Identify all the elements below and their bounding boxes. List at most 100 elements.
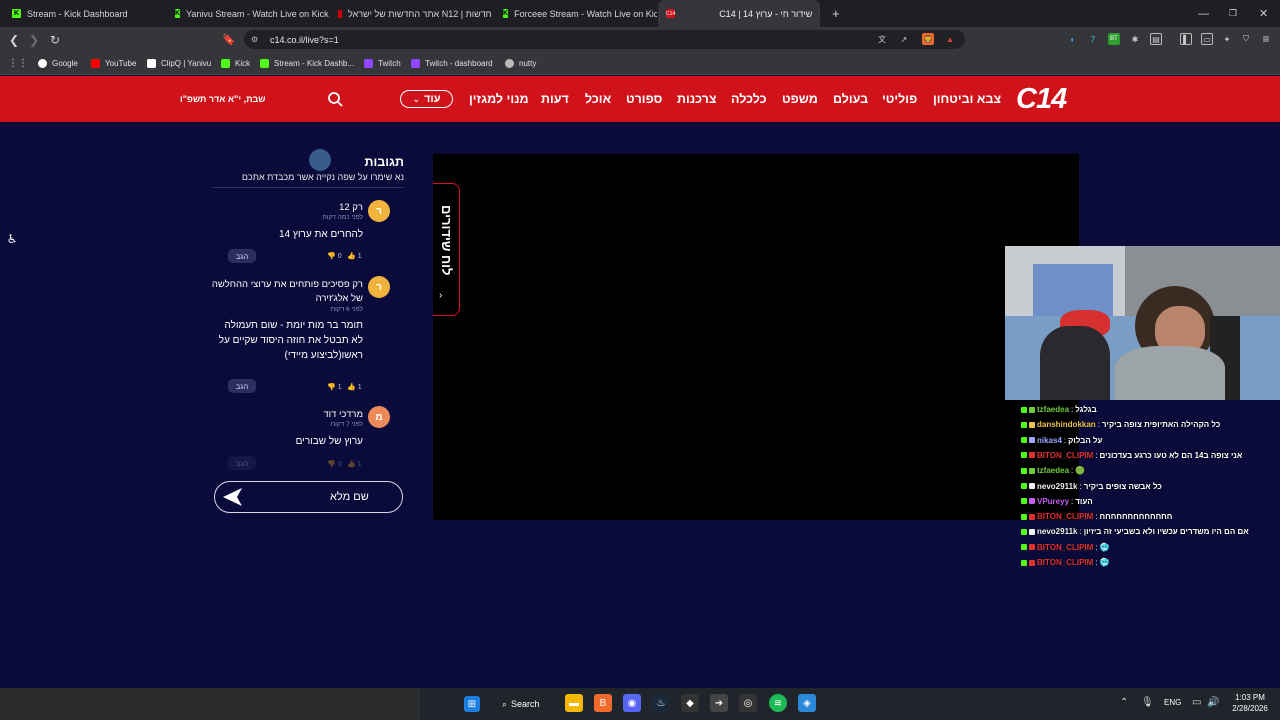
app-icon[interactable]: ◆ (681, 694, 699, 712)
user-badge-icon (1029, 421, 1035, 428)
like-button[interactable]: 👍 1 (347, 460, 362, 469)
restore-button[interactable]: ❐ (1229, 0, 1237, 27)
search-icon[interactable] (327, 91, 343, 107)
extension-icon[interactable]: ▤ (1150, 33, 1162, 45)
more-menu-button[interactable]: ⌄ עוד (400, 90, 453, 108)
app-icon[interactable]: ➜ (710, 694, 728, 712)
nav-item[interactable]: צרכנות (677, 76, 717, 122)
system-clock[interactable]: 1:03 PM 2/28/2026 (1226, 692, 1274, 714)
c14-logo[interactable]: C14 (1016, 82, 1074, 116)
site-info-icon[interactable]: ⚙ (251, 35, 261, 44)
kick-badge-icon (1021, 421, 1027, 428)
apps-icon[interactable]: ⋮⋮ (8, 52, 28, 75)
chevron-right-icon[interactable]: › (439, 290, 442, 301)
video-player[interactable] (433, 154, 1079, 520)
leo-ai-icon[interactable]: ✦ (1221, 33, 1233, 45)
app-icon[interactable]: ◈ (798, 694, 816, 712)
chat-username[interactable]: BITON_CLIPIM (1037, 543, 1093, 552)
dislike-button[interactable]: 👎 0 (327, 460, 342, 469)
brave-rewards-icon[interactable]: ▲ (944, 33, 956, 45)
chat-username[interactable]: tzfaedea (1037, 466, 1069, 475)
like-button[interactable]: 👍 1 (347, 383, 362, 392)
new-tab-button[interactable]: + (824, 0, 844, 27)
language-indicator[interactable]: ENG (1164, 698, 1181, 707)
nav-item[interactable]: פוליטי (882, 76, 917, 122)
forward-button[interactable]: ❯ (26, 27, 42, 52)
browser-tab[interactable]: חדשות | N12 אתר החדשות של ישראל (330, 0, 492, 27)
nav-item[interactable]: מנוי למגזין (469, 76, 529, 122)
brave-icon[interactable]: B (594, 694, 612, 712)
chat-username[interactable]: nevo2911k (1037, 527, 1077, 536)
minimize-button[interactable]: — (1198, 0, 1209, 27)
nav-item[interactable]: כלכלה (731, 76, 767, 122)
browser-tab[interactable]: K Forceee Stream - Watch Live on Kick (495, 0, 657, 27)
bookmark-kick-dashboard[interactable]: Stream - Kick Dashb... (260, 52, 354, 75)
extensions-puzzle-icon[interactable]: ✱ (1129, 33, 1141, 45)
chat-username[interactable]: danshindokkan (1037, 420, 1096, 429)
bookmark-twitch-dashboard[interactable]: Twitch - dashboard (411, 52, 493, 75)
chat-username[interactable]: nevo2911k (1037, 482, 1077, 491)
close-tab-icon[interactable]: ✕ (818, 8, 820, 19)
bookmark-icon[interactable]: 🔖 (222, 27, 236, 52)
brave-shield-icon[interactable]: 🦁 (922, 33, 934, 45)
chat-username[interactable]: BITON_CLIPIM (1037, 451, 1093, 460)
taskbar-search[interactable]: ⌕ Search (502, 694, 556, 714)
translate-icon[interactable]: 文 (876, 33, 888, 45)
reply-button[interactable]: הגב (228, 249, 256, 263)
dislike-button[interactable]: 👎 1 (327, 383, 342, 392)
nav-item[interactable]: ספורט (626, 76, 662, 122)
browser-tab[interactable]: K Yanivu Stream - Watch Live on Kick (167, 0, 329, 27)
chat-username[interactable]: tzfaedea (1037, 405, 1069, 414)
microphone-icon[interactable]: 🎙 (1141, 697, 1154, 708)
dislike-button[interactable]: 👎 0 (327, 252, 342, 261)
bookmark-kick[interactable]: Kick (221, 52, 250, 75)
extension-icon[interactable]: ◖ (1066, 33, 1078, 45)
c14-icon: C14 (666, 9, 676, 18)
reload-button[interactable]: ↻ (46, 27, 64, 52)
bookmark-nutty[interactable]: nutty (505, 52, 536, 75)
like-button[interactable]: 👍 1 (347, 252, 362, 261)
chat-message: BITON_CLIPIM : חחחחחחחחחחחחח (1021, 509, 1172, 524)
start-icon[interactable]: ⊞ (464, 696, 480, 712)
reply-button[interactable]: הגב (228, 379, 256, 393)
volume-icon[interactable]: 🔊 (1207, 697, 1219, 708)
nav-item[interactable]: בעולם (833, 76, 868, 122)
extension-icon[interactable]: BT (1108, 33, 1120, 45)
accessibility-icon[interactable]: ♿ (5, 232, 19, 246)
close-window-button[interactable]: ✕ (1259, 0, 1268, 27)
chat-username[interactable]: BITON_CLIPIM (1037, 512, 1093, 521)
nav-item[interactable]: צבא וביטחון (933, 76, 1001, 122)
vpn-shield-icon[interactable]: ⛉ (1240, 33, 1252, 45)
bookmark-twitch[interactable]: Twitch (364, 52, 401, 75)
browser-tab-active[interactable]: C14שידור חי - ערוץ 14 | C14✕ (658, 0, 820, 27)
chat-username[interactable]: nikas4 (1037, 436, 1062, 445)
tray-chevron-icon[interactable]: ⌃ (1120, 697, 1128, 708)
user-badge-icon (1029, 452, 1035, 459)
nav-item[interactable]: משפט (782, 76, 818, 122)
browser-tab[interactable]: K Stream - Kick Dashboard (4, 0, 166, 27)
address-bar[interactable]: c14.co.il/live?s=1 (244, 30, 965, 49)
network-icon[interactable]: ▭ (1192, 697, 1201, 708)
bookmark-google[interactable]: Google (38, 52, 78, 75)
nav-item[interactable]: דעות (541, 76, 569, 122)
file-explorer-icon[interactable]: ▬ (565, 694, 583, 712)
chat-message: tzfaedea : 🟢 (1021, 463, 1085, 478)
nav-item[interactable]: אוכל (585, 76, 611, 122)
discord-icon[interactable]: ◉ (623, 694, 641, 712)
chat-username[interactable]: VPureyy (1037, 497, 1069, 506)
sidebar-icon[interactable]: ▌ (1180, 33, 1192, 45)
bookmark-youtube[interactable]: YouTube (91, 52, 136, 75)
share-icon[interactable]: ↗ (898, 33, 910, 45)
extension-icon[interactable]: 7 (1087, 33, 1099, 45)
back-button[interactable]: ❮ (6, 27, 22, 52)
obs-icon[interactable]: ◎ (739, 694, 757, 712)
menu-icon[interactable]: ≡ (1260, 32, 1272, 46)
reply-button[interactable]: הגב (228, 456, 256, 470)
wallet-icon[interactable]: ▭ (1201, 33, 1213, 45)
chat-message: BITON_CLIPIM : אני צופה ב14 הם לא טעו כר… (1021, 448, 1242, 463)
spotify-icon[interactable]: ≋ (769, 694, 787, 712)
send-arrow-icon[interactable] (222, 487, 244, 507)
chat-username[interactable]: BITON_CLIPIM (1037, 558, 1093, 567)
steam-icon[interactable]: ♨ (652, 694, 670, 712)
bookmark-clipq[interactable]: ClipQ | Yanivu (147, 52, 211, 75)
